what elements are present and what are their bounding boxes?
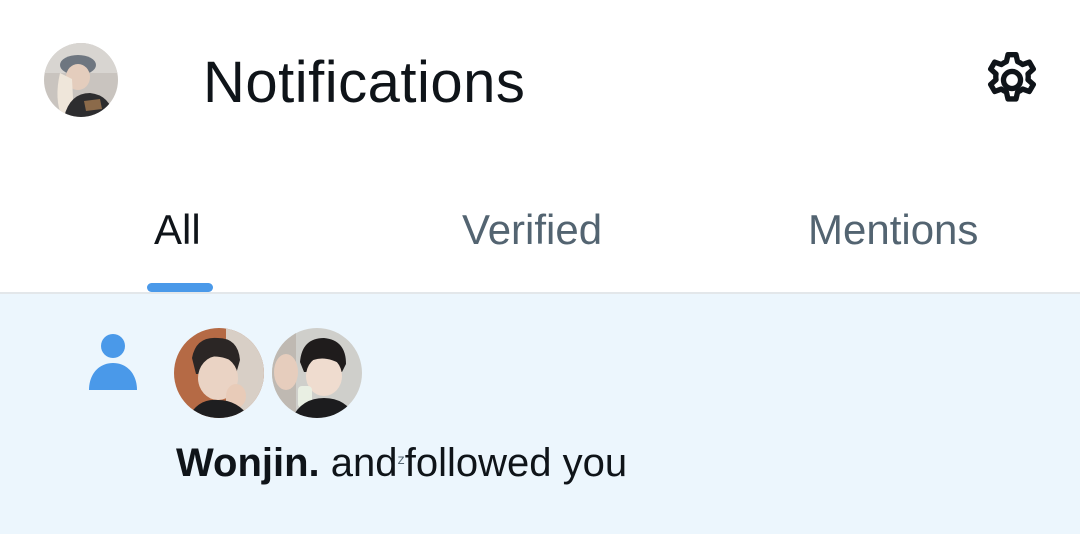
- active-tab-indicator: [147, 283, 213, 292]
- follower-avatar-image: [174, 328, 264, 418]
- tab-all[interactable]: All: [154, 205, 201, 255]
- notification-and: and: [330, 441, 398, 485]
- page-title: Notifications: [203, 50, 526, 115]
- profile-avatar-image: [44, 43, 118, 117]
- notification-tabs: All Verified Mentions: [0, 165, 1080, 293]
- follower-avatar[interactable]: [174, 328, 264, 418]
- notification-user-name[interactable]: Wonjin.: [176, 441, 320, 485]
- notification-text: Wonjin. andᶻfollowed you: [176, 439, 627, 487]
- tab-verified[interactable]: Verified: [462, 205, 602, 255]
- notification-message: followed you: [404, 441, 628, 485]
- notification-item[interactable]: Wonjin. andᶻfollowed you: [0, 294, 1080, 534]
- person-icon: [89, 334, 137, 390]
- follower-avatar[interactable]: [272, 328, 362, 418]
- follower-avatar-image: [272, 328, 362, 418]
- gear-icon: [988, 52, 1036, 102]
- top-bar: Notifications: [0, 0, 1080, 165]
- settings-button[interactable]: [980, 48, 1044, 112]
- profile-avatar[interactable]: [44, 43, 118, 117]
- notification-mark: ᶻ: [397, 452, 405, 474]
- tab-mentions[interactable]: Mentions: [808, 205, 978, 255]
